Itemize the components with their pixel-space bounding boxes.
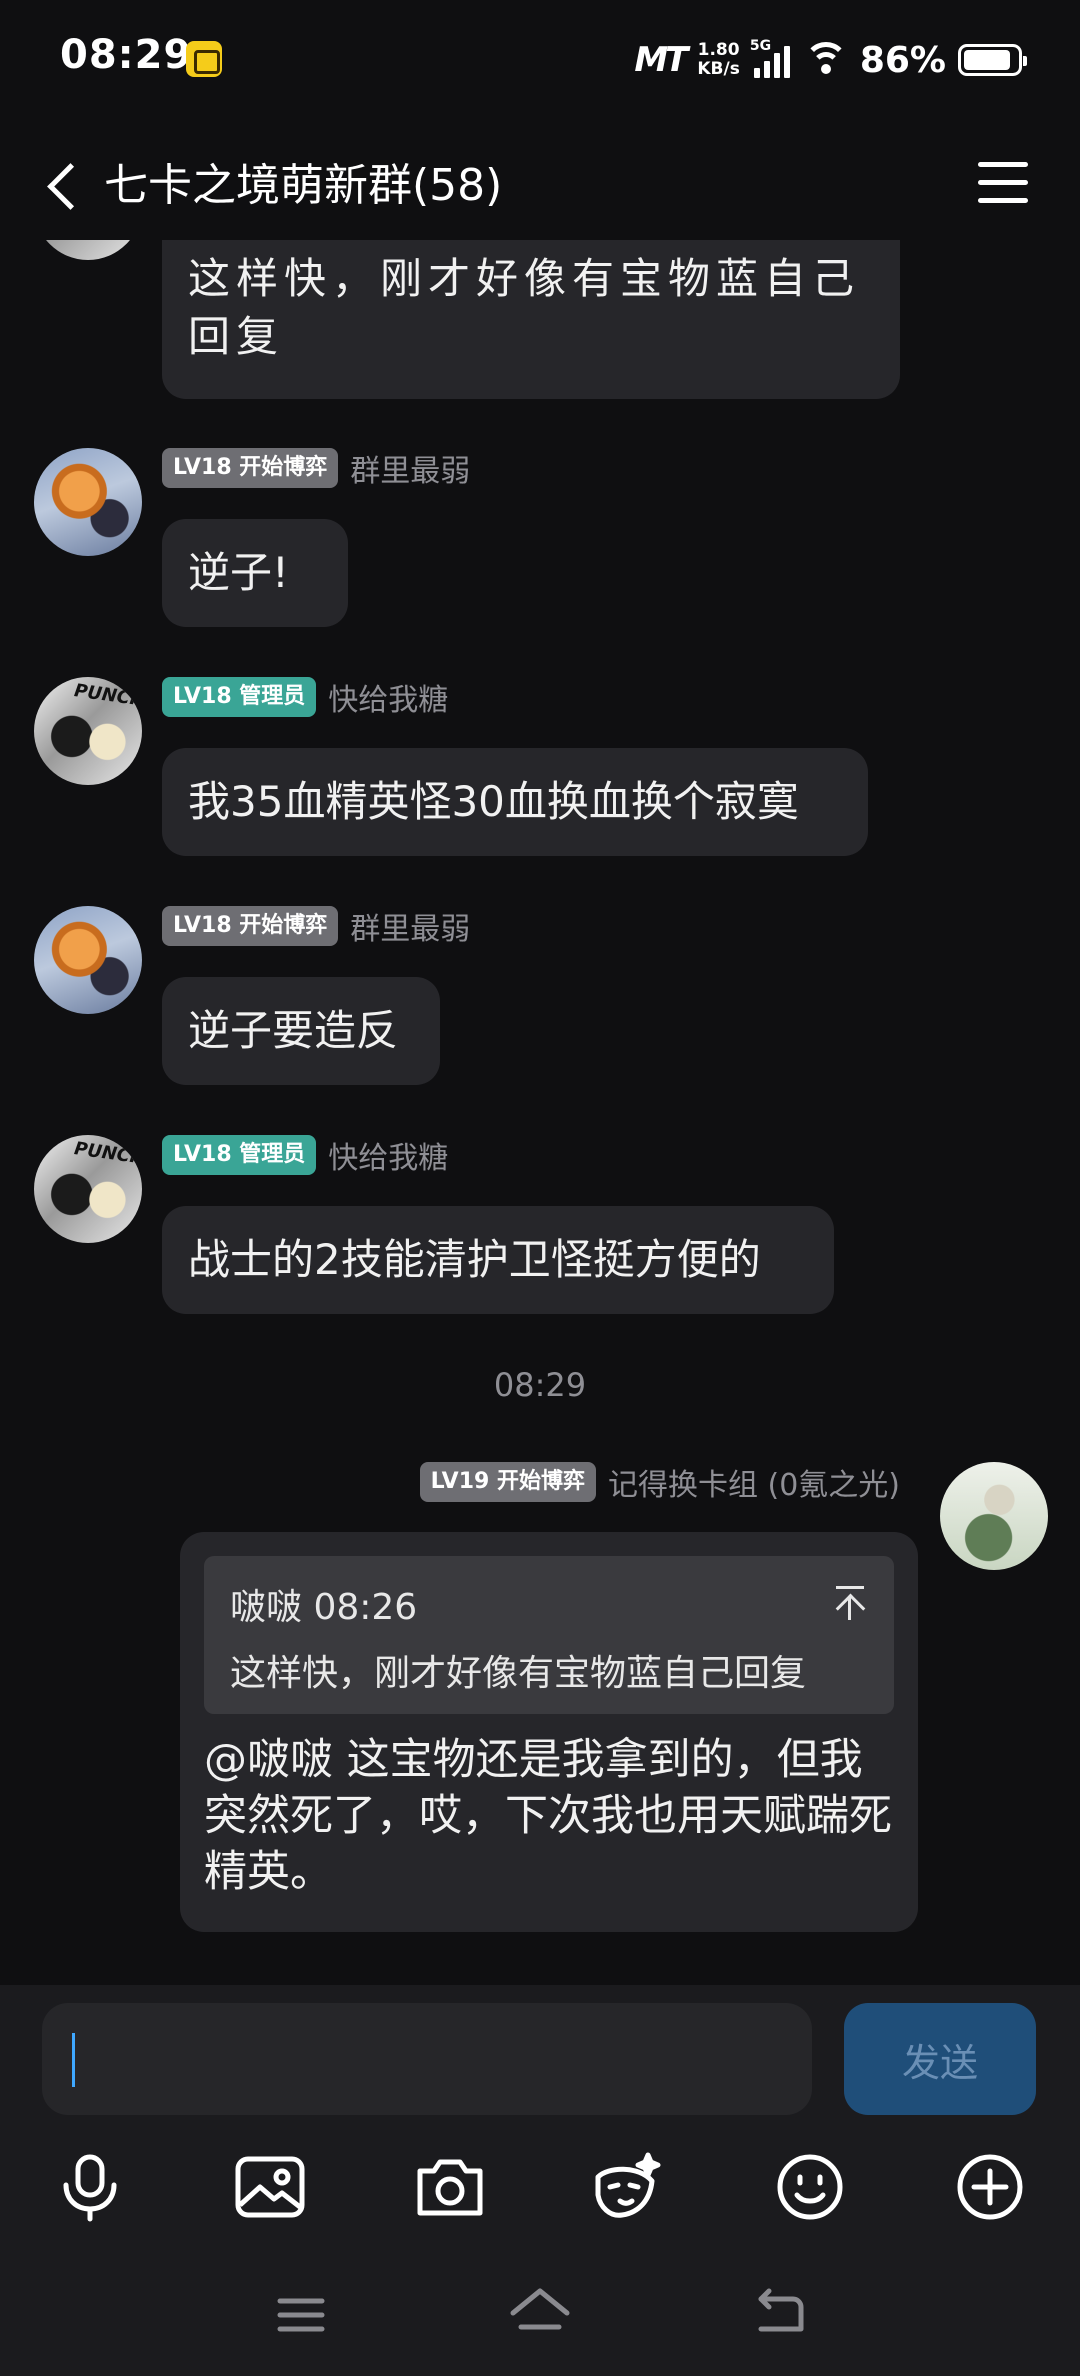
sender-name[interactable]: 快给我糖 (328, 675, 448, 719)
camera-icon[interactable] (410, 2147, 490, 2227)
sender-name: 记得换卡组 (0氪之光) (607, 1468, 900, 1503)
message-bubble[interactable]: 我35血精英怪30血换血换个寂寞 (162, 748, 868, 856)
avatar[interactable] (34, 906, 142, 1014)
composer: 发送 (0, 1985, 1080, 2376)
menu-icon[interactable] (978, 162, 1028, 204)
level-badge: LV19 开始博弈 (419, 1462, 596, 1502)
message-timestamp: 08:29 (493, 1366, 587, 1404)
cellular-signal-icon: 5G (750, 38, 792, 78)
image-icon[interactable] (230, 2147, 310, 2227)
level-badge: LV18 管理员 (162, 677, 317, 717)
sender-name[interactable]: 群里最弱 (350, 446, 470, 490)
menu-nav-icon[interactable] (256, 2275, 346, 2355)
emoji-icon[interactable] (770, 2147, 850, 2227)
status-time: 08:29 (60, 32, 193, 78)
sender-row: LV18 管理员 快给我糖 (162, 676, 448, 718)
sender-row: LV18 开始博弈 群里最弱 (162, 905, 470, 947)
notification-app-icon (186, 41, 222, 77)
avatar[interactable] (34, 448, 142, 556)
sender-row: LV18 管理员 快给我糖 (162, 1134, 448, 1176)
quoted-message[interactable]: 啵啵 08:26 这样快，刚才好像有宝物蓝自己回复 (204, 1556, 894, 1714)
message-text: @啵啵 这宝物还是我拿到的，但我突然死了，哎，下次我也用天赋踹死精英。 (204, 1735, 892, 1897)
text-caret (72, 2033, 75, 2087)
message-list[interactable]: 这样快，刚才好像有宝物蓝自己回复 LV18 开始博弈 群里最弱 逆子! LV18… (0, 240, 1080, 1985)
message-text: 这样快，刚才好像有宝物蓝自己回复 (188, 254, 861, 361)
home-nav-icon[interactable] (495, 2275, 585, 2355)
carrier-logo-icon: MT (634, 40, 688, 80)
signal-generation: 5G (749, 38, 772, 54)
microphone-icon[interactable] (50, 2147, 130, 2227)
back-icon[interactable] (42, 160, 82, 210)
quote-header: 啵啵 08:26 (230, 1587, 418, 1628)
message-input[interactable] (42, 2003, 812, 2115)
sender-row: LV19 开始博弈 记得换卡组 (0氪之光) (419, 1461, 900, 1503)
level-badge: LV18 管理员 (162, 1135, 317, 1175)
message-text: 我35血精英怪30血换血换个寂寞 (188, 777, 799, 826)
sender-name[interactable]: 群里最弱 (350, 904, 470, 948)
network-speed: 1.80 KB/s (697, 41, 739, 79)
send-button[interactable]: 发送 (844, 2003, 1036, 2115)
back-nav-icon[interactable] (735, 2275, 825, 2355)
sticker-icon[interactable] (586, 2147, 666, 2227)
message-text: 逆子! (188, 548, 289, 597)
plus-icon[interactable] (950, 2147, 1030, 2227)
wifi-icon (803, 42, 848, 78)
network-speed-value: 1.80 (697, 40, 740, 60)
avatar[interactable] (34, 240, 142, 260)
sender-name[interactable]: 快给我糖 (328, 1133, 448, 1177)
my-avatar[interactable] (940, 1462, 1048, 1570)
message-text: 战士的2技能清护卫怪挺方便的 (188, 1235, 761, 1284)
jump-to-message-icon[interactable] (832, 1584, 868, 1620)
sender-row: LV18 开始博弈 群里最弱 (162, 447, 470, 489)
reply-message-bubble[interactable]: 啵啵 08:26 这样快，刚才好像有宝物蓝自己回复 @啵啵 这宝物还是我拿到的，… (180, 1532, 918, 1932)
status-indicators: MT 1.80 KB/s 5G 86% (634, 30, 1027, 90)
network-speed-unit: KB/s (697, 59, 740, 79)
quote-text: 这样快，刚才好像有宝物蓝自己回复 (230, 1653, 807, 1694)
chat-header: 七卡之境萌新群(58) (0, 130, 1080, 240)
status-bar: 08:29 MT 1.80 KB/s 5G 86% (0, 0, 1080, 120)
message-bubble[interactable]: 逆子! (162, 519, 348, 627)
chat-title[interactable]: 七卡之境萌新群(58) (104, 156, 502, 216)
level-badge: LV18 开始博弈 (162, 906, 339, 946)
level-badge: LV18 开始博弈 (162, 448, 339, 488)
message-text: 逆子要造反 (188, 1006, 399, 1055)
battery-icon (958, 44, 1027, 76)
message-bubble[interactable]: 逆子要造反 (162, 977, 440, 1085)
message-bubble[interactable]: 战士的2技能清护卫怪挺方便的 (162, 1206, 834, 1314)
avatar[interactable] (34, 677, 142, 785)
avatar[interactable] (34, 1135, 142, 1243)
message-bubble[interactable]: 这样快，刚才好像有宝物蓝自己回复 (162, 240, 900, 399)
battery-percent: 86% (859, 39, 946, 81)
